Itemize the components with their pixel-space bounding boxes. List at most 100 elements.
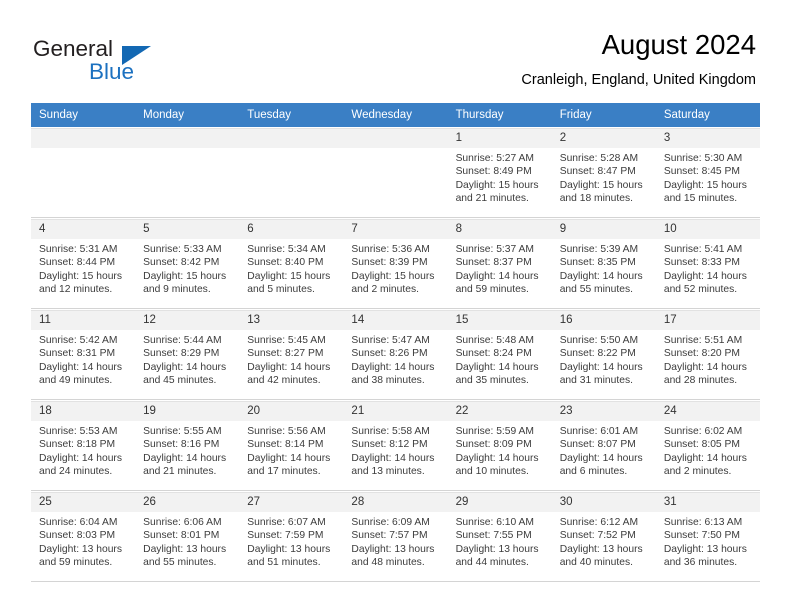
day-number: 30 xyxy=(559,496,573,508)
day-number: 20 xyxy=(247,405,261,417)
day-cell[interactable]: 30 Sunrise: 6:12 AM Sunset: 7:52 PM Dayl… xyxy=(551,491,656,581)
daylight-text-line1: Daylight: 14 hours xyxy=(351,361,435,373)
day-cell[interactable]: 16 Sunrise: 5:50 AM Sunset: 8:22 PM Dayl… xyxy=(551,309,656,399)
daylight-text-line2: and 28 minutes. xyxy=(663,375,738,387)
daylight-text-line2: and 6 minutes. xyxy=(559,466,628,478)
calendar-grid: Sunday Monday Tuesday Wednesday Thursday… xyxy=(31,103,760,582)
day-number: 3 xyxy=(663,132,671,144)
sunrise-text: Sunrise: 5:36 AM xyxy=(351,244,430,255)
day-cell[interactable]: 28 Sunrise: 6:09 AM Sunset: 7:57 PM Dayl… xyxy=(343,491,448,581)
daylight-text-line2: and 35 minutes. xyxy=(455,375,529,387)
day-cell[interactable]: 3 Sunrise: 5:30 AM Sunset: 8:45 PM Dayli… xyxy=(655,127,760,217)
sunrise-text: Sunrise: 5:44 AM xyxy=(143,335,222,346)
sunset-text: Sunset: 8:31 PM xyxy=(39,348,116,360)
daylight-text-line1: Daylight: 14 hours xyxy=(247,452,331,464)
weekday-header-sunday: Sunday xyxy=(39,109,79,121)
day-number: 1 xyxy=(455,132,462,144)
sunrise-text: Sunrise: 5:27 AM xyxy=(455,153,534,164)
sunrise-text: Sunrise: 5:42 AM xyxy=(39,335,118,346)
calendar-week-row: 4 Sunrise: 5:31 AM Sunset: 8:44 PM Dayli… xyxy=(31,218,760,309)
day-number: 17 xyxy=(663,314,677,326)
day-number: 5 xyxy=(143,223,150,235)
logo-text-blue: Blue xyxy=(89,59,135,84)
sunset-text: Sunset: 7:59 PM xyxy=(247,530,324,542)
day-cell[interactable]: 14 Sunrise: 5:47 AM Sunset: 8:26 PM Dayl… xyxy=(343,309,448,399)
day-details: Sunrise: 5:37 AM Sunset: 8:37 PM Dayligh… xyxy=(448,239,552,297)
day-cell[interactable]: 13 Sunrise: 5:45 AM Sunset: 8:27 PM Dayl… xyxy=(239,309,344,399)
general-blue-logo[interactable]: General Blue xyxy=(33,36,253,86)
day-cell[interactable]: 27 Sunrise: 6:07 AM Sunset: 7:59 PM Dayl… xyxy=(239,491,344,581)
day-number: 28 xyxy=(351,496,365,508)
day-number: 8 xyxy=(455,223,462,235)
daylight-text-line2: and 17 minutes. xyxy=(247,466,321,478)
day-cell[interactable]: 21 Sunrise: 5:58 AM Sunset: 8:12 PM Dayl… xyxy=(343,400,448,490)
day-cell[interactable]: 10 Sunrise: 5:41 AM Sunset: 8:33 PM Dayl… xyxy=(655,218,760,308)
sunrise-text: Sunrise: 5:34 AM xyxy=(247,244,326,255)
day-cell[interactable]: 20 Sunrise: 5:56 AM Sunset: 8:14 PM Dayl… xyxy=(239,400,344,490)
sunrise-text: Sunrise: 5:31 AM xyxy=(39,244,118,255)
day-cell[interactable]: 19 Sunrise: 5:55 AM Sunset: 8:16 PM Dayl… xyxy=(135,400,240,490)
day-cell[interactable]: 18 Sunrise: 5:53 AM Sunset: 8:18 PM Dayl… xyxy=(31,400,136,490)
day-cell[interactable]: 26 Sunrise: 6:06 AM Sunset: 8:01 PM Dayl… xyxy=(135,491,240,581)
day-cell[interactable]: 29 Sunrise: 6:10 AM Sunset: 7:55 PM Dayl… xyxy=(447,491,552,581)
sunset-text: Sunset: 8:47 PM xyxy=(559,166,636,178)
calendar-week-row: 25 Sunrise: 6:04 AM Sunset: 8:03 PM Dayl… xyxy=(31,491,760,582)
day-number: 21 xyxy=(351,405,365,417)
day-cell[interactable]: 31 Sunrise: 6:13 AM Sunset: 7:50 PM Dayl… xyxy=(655,491,760,581)
sunset-text: Sunset: 8:05 PM xyxy=(663,439,740,451)
daylight-text-line1: Daylight: 14 hours xyxy=(455,361,539,373)
day-cell[interactable]: 4 Sunrise: 5:31 AM Sunset: 8:44 PM Dayli… xyxy=(31,218,136,308)
daylight-text-line2: and 21 minutes. xyxy=(143,466,217,478)
daylight-text-line1: Daylight: 14 hours xyxy=(143,361,227,373)
sunset-text: Sunset: 8:07 PM xyxy=(559,439,636,451)
day-cell[interactable]: 9 Sunrise: 5:39 AM Sunset: 8:35 PM Dayli… xyxy=(551,218,656,308)
sunrise-text: Sunrise: 5:47 AM xyxy=(351,335,430,346)
day-cell[interactable]: 17 Sunrise: 5:51 AM Sunset: 8:20 PM Dayl… xyxy=(655,309,760,399)
day-cell[interactable]: 7 Sunrise: 5:36 AM Sunset: 8:39 PM Dayli… xyxy=(343,218,448,308)
day-cell[interactable]: 22 Sunrise: 5:59 AM Sunset: 8:09 PM Dayl… xyxy=(447,400,552,490)
daylight-text-line1: Daylight: 13 hours xyxy=(247,543,331,555)
sunset-text: Sunset: 8:27 PM xyxy=(247,348,324,360)
sunrise-text: Sunrise: 5:28 AM xyxy=(559,153,639,164)
sunset-text: Sunset: 7:55 PM xyxy=(455,530,532,542)
calendar-page: General Blue August 2024 Cranleigh, Engl… xyxy=(0,0,792,612)
daylight-text-line2: and 45 minutes. xyxy=(143,375,217,387)
sunset-text: Sunset: 7:50 PM xyxy=(663,530,740,542)
daylight-text-line2: and 52 minutes. xyxy=(663,284,738,296)
calendar-week-row: 18 Sunrise: 5:53 AM Sunset: 8:18 PM Dayl… xyxy=(31,400,760,491)
day-details xyxy=(239,148,343,152)
daylight-text-line2: and 5 minutes. xyxy=(247,284,315,296)
day-cell xyxy=(239,127,344,217)
daylight-text-line1: Daylight: 13 hours xyxy=(143,543,227,555)
day-cell[interactable]: 8 Sunrise: 5:37 AM Sunset: 8:37 PM Dayli… xyxy=(447,218,552,308)
daylight-text-line2: and 12 minutes. xyxy=(39,284,113,296)
day-cell[interactable]: 12 Sunrise: 5:44 AM Sunset: 8:29 PM Dayl… xyxy=(135,309,240,399)
sunset-text: Sunset: 8:42 PM xyxy=(143,257,220,269)
daylight-text-line2: and 10 minutes. xyxy=(455,466,529,478)
day-details xyxy=(31,148,135,152)
day-number: 7 xyxy=(351,223,358,235)
day-details: Sunrise: 6:01 AM Sunset: 8:07 PM Dayligh… xyxy=(552,421,656,479)
day-cell[interactable]: 5 Sunrise: 5:33 AM Sunset: 8:42 PM Dayli… xyxy=(135,218,240,308)
sunrise-text: Sunrise: 5:41 AM xyxy=(663,244,743,255)
day-cell[interactable]: 15 Sunrise: 5:48 AM Sunset: 8:24 PM Dayl… xyxy=(447,309,552,399)
sunset-text: Sunset: 8:14 PM xyxy=(247,439,324,451)
daylight-text-line1: Daylight: 15 hours xyxy=(663,179,747,191)
daylight-text-line1: Daylight: 14 hours xyxy=(559,361,643,373)
day-details: Sunrise: 5:39 AM Sunset: 8:35 PM Dayligh… xyxy=(552,239,656,297)
day-details: Sunrise: 5:30 AM Sunset: 8:45 PM Dayligh… xyxy=(656,148,760,206)
day-cell[interactable]: 6 Sunrise: 5:34 AM Sunset: 8:40 PM Dayli… xyxy=(239,218,344,308)
day-details: Sunrise: 5:31 AM Sunset: 8:44 PM Dayligh… xyxy=(31,239,135,297)
daylight-text-line2: and 9 minutes. xyxy=(143,284,211,296)
day-cell[interactable]: 23 Sunrise: 6:01 AM Sunset: 8:07 PM Dayl… xyxy=(551,400,656,490)
day-cell[interactable]: 25 Sunrise: 6:04 AM Sunset: 8:03 PM Dayl… xyxy=(31,491,136,581)
day-cell[interactable]: 1 Sunrise: 5:27 AM Sunset: 8:49 PM Dayli… xyxy=(447,127,552,217)
day-cell[interactable]: 11 Sunrise: 5:42 AM Sunset: 8:31 PM Dayl… xyxy=(31,309,136,399)
sunset-text: Sunset: 8:40 PM xyxy=(247,257,324,269)
day-cell[interactable]: 24 Sunrise: 6:02 AM Sunset: 8:05 PM Dayl… xyxy=(655,400,760,490)
sunset-text: Sunset: 8:33 PM xyxy=(663,257,740,269)
sunrise-text: Sunrise: 5:39 AM xyxy=(559,244,639,255)
daylight-text-line2: and 2 minutes. xyxy=(663,466,732,478)
daylight-text-line1: Daylight: 14 hours xyxy=(663,452,747,464)
day-cell[interactable]: 2 Sunrise: 5:28 AM Sunset: 8:47 PM Dayli… xyxy=(551,127,656,217)
